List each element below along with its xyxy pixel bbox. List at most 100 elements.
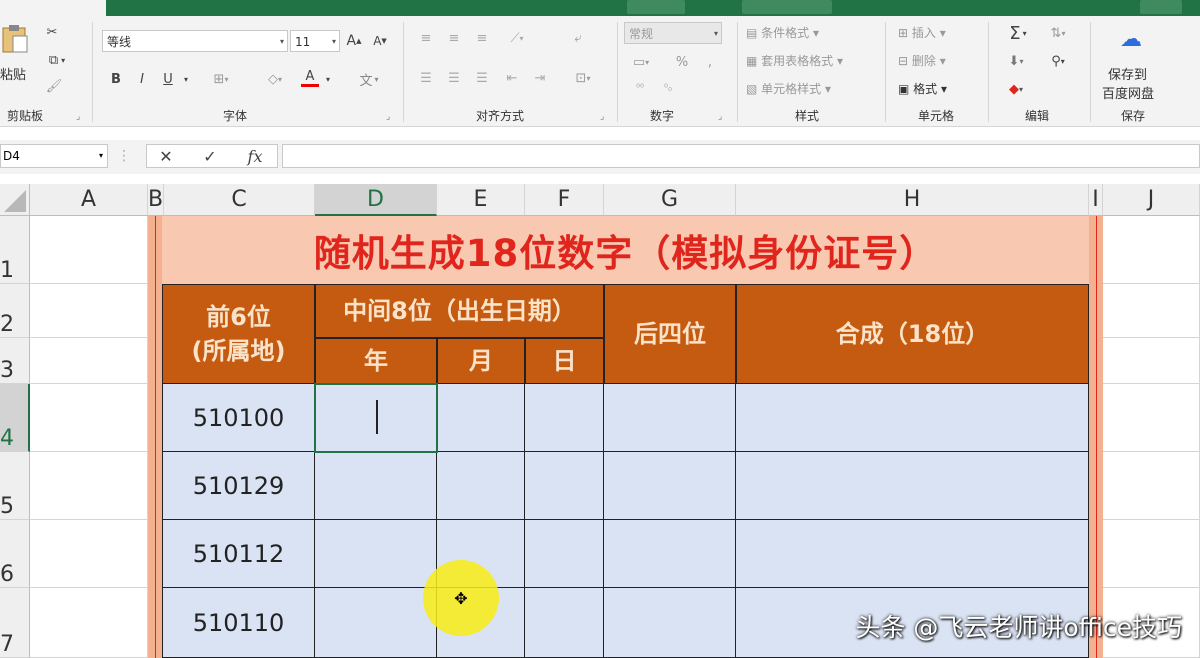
save-to-netdisk-button[interactable]: 保存到 百度网盘: [1102, 64, 1154, 102]
font-color-dropdown-icon[interactable]: ▾: [322, 68, 334, 90]
comma-button[interactable]: ,: [700, 52, 720, 72]
sort-filter-icon[interactable]: ⇅ ▾: [1040, 22, 1076, 44]
cancel-button[interactable]: ✕: [152, 144, 180, 168]
cell-c5[interactable]: 510129: [162, 452, 315, 520]
decrease-indent-icon[interactable]: ⇤: [500, 68, 524, 88]
cell-f7[interactable]: [525, 588, 604, 658]
font-color-button[interactable]: A: [300, 66, 320, 90]
cell-h5[interactable]: [736, 452, 1089, 520]
copy-icon[interactable]: ⧉ ▾: [42, 50, 72, 70]
paste-icon[interactable]: [0, 24, 30, 54]
cell-a5[interactable]: [30, 452, 148, 520]
shrink-font-button[interactable]: A ▼: [370, 30, 390, 52]
clipboard-launcher-icon[interactable]: ⌟: [76, 112, 80, 122]
cell-h4[interactable]: [736, 384, 1089, 452]
baidu-netdisk-icon[interactable]: ☁: [1118, 26, 1144, 52]
align-right-icon[interactable]: ☰: [470, 68, 494, 88]
cell-a2[interactable]: [30, 284, 148, 338]
column-header-i[interactable]: I: [1089, 184, 1103, 216]
cell-c4[interactable]: 510100: [162, 384, 315, 452]
column-header-e[interactable]: E: [437, 184, 525, 216]
cell-g6[interactable]: [604, 520, 736, 588]
insert-cells-button[interactable]: ⊞ 插入 ▾: [898, 24, 946, 41]
sheet-title[interactable]: 随机生成18位数字（模拟身份证号）: [162, 216, 1089, 284]
merge-center-icon[interactable]: ⊡ ▾: [566, 68, 600, 88]
cell-j6[interactable]: [1103, 520, 1200, 588]
column-header-j[interactable]: J: [1103, 184, 1200, 216]
find-select-icon[interactable]: ⚲ ▾: [1040, 50, 1076, 72]
row-header-1[interactable]: 1: [0, 216, 30, 284]
row-header-5[interactable]: 5: [0, 452, 30, 520]
column-header-g[interactable]: G: [604, 184, 736, 216]
cell-a3[interactable]: [30, 338, 148, 384]
conditional-format-button[interactable]: ▤ 条件格式 ▾: [746, 24, 819, 41]
paste-label[interactable]: 粘贴: [0, 64, 26, 83]
row-header-6[interactable]: 6: [0, 520, 30, 588]
format-cells-button[interactable]: ▣ 格式 ▾: [898, 80, 947, 97]
align-left-icon[interactable]: ☰: [414, 68, 438, 88]
row-header-7[interactable]: 7: [0, 588, 30, 658]
cell-j3[interactable]: [1103, 338, 1200, 384]
increase-decimal-icon[interactable]: ⁰⁰: [628, 78, 652, 98]
header-year[interactable]: 年: [315, 338, 437, 384]
row-header-3[interactable]: 3: [0, 338, 30, 384]
top-align-icon[interactable]: ≡: [414, 28, 438, 48]
cell-c6[interactable]: 510112: [162, 520, 315, 588]
select-all-button[interactable]: [0, 184, 30, 216]
cell-a7[interactable]: [30, 588, 148, 658]
header-middle8[interactable]: 中间8位（出生日期）: [315, 284, 604, 338]
middle-align-icon[interactable]: ≡: [442, 28, 466, 48]
fill-color-icon[interactable]: ◇ ▾: [260, 68, 290, 90]
format-painter-icon[interactable]: 🖌: [44, 76, 64, 96]
column-header-d[interactable]: D: [315, 184, 437, 216]
header-front6[interactable]: 前6位 (所属地): [162, 284, 315, 384]
header-month[interactable]: 月: [437, 338, 525, 384]
cell-g7[interactable]: [604, 588, 736, 658]
column-header-b[interactable]: B: [148, 184, 164, 216]
cell-j1[interactable]: [1103, 216, 1200, 284]
cell-a1[interactable]: [30, 216, 148, 284]
increase-indent-icon[interactable]: ⇥: [528, 68, 552, 88]
italic-button[interactable]: I: [132, 68, 152, 90]
clear-icon[interactable]: ◆ ▾: [998, 78, 1034, 100]
autosum-button[interactable]: Σ ▾: [998, 22, 1038, 44]
column-header-f[interactable]: F: [525, 184, 604, 216]
name-box[interactable]: D4 ▾: [0, 144, 108, 168]
row-header-2[interactable]: 2: [0, 284, 30, 338]
header-combined[interactable]: 合成（18位）: [736, 284, 1089, 384]
accounting-format-icon[interactable]: ▭ ▾: [626, 52, 656, 72]
cell-j4[interactable]: [1103, 384, 1200, 452]
cell-g5[interactable]: [604, 452, 736, 520]
decrease-decimal-icon[interactable]: ⁰₀: [656, 78, 680, 98]
font-size-select[interactable]: 11 ▾: [290, 30, 340, 52]
header-day[interactable]: 日: [525, 338, 604, 384]
cell-a4[interactable]: [30, 384, 148, 452]
cell-j2[interactable]: [1103, 284, 1200, 338]
header-last4[interactable]: 后四位: [604, 284, 736, 384]
cell-g4[interactable]: [604, 384, 736, 452]
phonetic-button[interactable]: 文 ▾: [354, 68, 384, 90]
cell-d7[interactable]: [315, 588, 437, 658]
number-format-select[interactable]: 常规 ▾: [624, 22, 722, 44]
column-header-c[interactable]: C: [164, 184, 315, 216]
cell-f5[interactable]: [525, 452, 604, 520]
orientation-icon[interactable]: ⟋ ▾: [500, 28, 534, 48]
row-header-4[interactable]: 4: [0, 384, 30, 452]
cell-styles-button[interactable]: ▧ 单元格样式 ▾: [746, 80, 831, 97]
enter-button[interactable]: ✓: [196, 144, 224, 168]
delete-cells-button[interactable]: ⊟ 删除 ▾: [898, 52, 946, 69]
bottom-align-icon[interactable]: ≡: [470, 28, 494, 48]
underline-button[interactable]: U: [158, 68, 178, 90]
bold-button[interactable]: B: [106, 68, 126, 90]
cell-e5[interactable]: [437, 452, 525, 520]
cell-f6[interactable]: [525, 520, 604, 588]
fill-icon[interactable]: ⬇ ▾: [998, 50, 1034, 72]
cut-icon[interactable]: ✂: [42, 22, 62, 42]
cell-e4[interactable]: [437, 384, 525, 452]
format-as-table-button[interactable]: ▦ 套用表格格式 ▾: [746, 52, 843, 69]
column-header-h[interactable]: H: [736, 184, 1089, 216]
underline-dropdown-icon[interactable]: ▾: [180, 68, 192, 90]
font-name-select[interactable]: 等线 ▾: [102, 30, 288, 52]
alignment-launcher-icon[interactable]: ⌟: [600, 112, 604, 122]
grow-font-button[interactable]: A ▲: [344, 30, 364, 52]
